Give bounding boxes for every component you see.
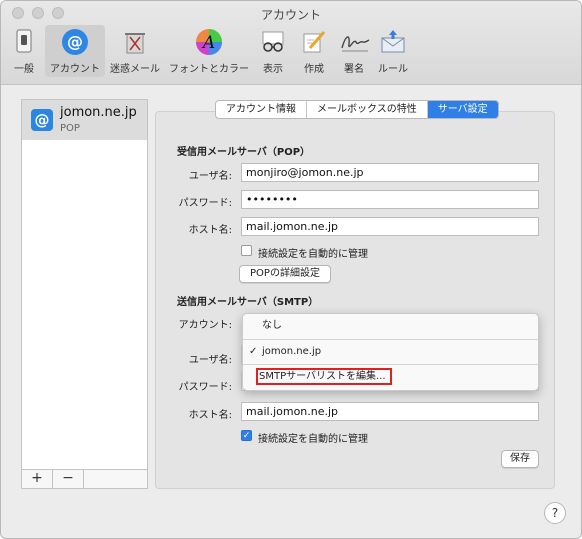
outgoing-section-title: 送信用メールサーバ（SMTP）: [177, 297, 319, 308]
window-title: アカウント: [260, 8, 321, 22]
svg-text:@: @: [67, 32, 83, 51]
account-list-item[interactable]: @ jomon.ne.jp POP: [22, 100, 147, 140]
incoming-password-label: パスワード:: [178, 198, 232, 209]
svg-text:A: A: [201, 33, 215, 53]
toolbar-item-junk[interactable]: 迷惑メール: [107, 25, 163, 77]
help-button[interactable]: ?: [544, 502, 566, 524]
account-list: @ jomon.ne.jp POP + −: [21, 99, 148, 489]
toolbar-item-compose[interactable]: 作成: [295, 25, 333, 77]
compose-pencil-icon: [300, 28, 328, 56]
account-name: jomon.ne.jp: [60, 105, 137, 120]
outgoing-username-label: ユーザ名:: [188, 355, 232, 366]
menu-separator: [243, 339, 538, 340]
tab-account-info[interactable]: アカウント情報: [216, 101, 307, 118]
incoming-password-field[interactable]: ••••••••: [241, 190, 539, 209]
preferences-window: アカウント 一般 @ アカウント 迷惑メール A フォントとカラー 表示 作成 …: [0, 0, 582, 539]
outgoing-host-field[interactable]: mail.jomon.ne.jp: [241, 402, 539, 421]
incoming-host-label: ホスト名:: [188, 225, 232, 236]
incoming-auto-manage-checkbox[interactable]: [241, 245, 252, 256]
junk-trash-icon: [121, 28, 149, 56]
switch-icon: [10, 28, 38, 56]
outgoing-auto-manage-checkbox[interactable]: ✓: [241, 430, 252, 441]
outgoing-account-label: アカウント:: [178, 320, 232, 331]
font-color-icon: A: [195, 28, 223, 56]
toolbar-item-view[interactable]: 表示: [254, 25, 292, 77]
outgoing-auto-manage-label: 接続設定を自動的に管理: [258, 434, 368, 445]
add-account-button[interactable]: +: [22, 470, 53, 488]
signature-icon: [340, 28, 370, 56]
outgoing-host-label: ホスト名:: [188, 410, 232, 421]
save-button[interactable]: 保存: [501, 450, 539, 468]
toolbar-item-rules[interactable]: ルール: [374, 25, 412, 77]
menu-item-jomon[interactable]: ✓ jomon.ne.jp: [243, 342, 538, 362]
at-icon: @: [31, 109, 53, 131]
titlebar: アカウント 一般 @ アカウント 迷惑メール A フォントとカラー 表示 作成 …: [1, 1, 581, 85]
remove-account-button[interactable]: −: [53, 470, 84, 488]
pop-details-button[interactable]: POPの詳細設定: [239, 265, 331, 283]
tab-server-settings[interactable]: サーバ設定: [427, 101, 498, 118]
incoming-host-field[interactable]: mail.jomon.ne.jp: [241, 217, 539, 236]
toolbar-item-accounts[interactable]: @ アカウント: [45, 25, 105, 77]
menu-item-none[interactable]: なし: [243, 316, 538, 336]
outgoing-password-label: パスワード:: [178, 382, 232, 393]
at-icon: @: [61, 28, 89, 56]
tab-mailbox-behaviors[interactable]: メールボックスの特性: [307, 101, 428, 118]
menu-separator: [243, 364, 538, 365]
checkmark-icon: ✓: [249, 346, 258, 357]
incoming-section-title: 受信用メールサーバ（POP）: [177, 147, 311, 158]
incoming-username-field[interactable]: monjiro@jomon.ne.jp: [241, 163, 539, 182]
rules-envelope-icon: [379, 28, 407, 56]
highlight-box: [256, 368, 392, 385]
toolbar-item-general[interactable]: 一般: [5, 25, 43, 77]
glasses-icon: [259, 28, 287, 56]
incoming-auto-manage-label: 接続設定を自動的に管理: [258, 249, 368, 260]
account-list-footer: + −: [22, 469, 147, 488]
toolbar-item-fonts-colors[interactable]: A フォントとカラー: [166, 25, 252, 77]
account-type: POP: [60, 123, 80, 134]
toolbar-item-signatures[interactable]: 署名: [335, 25, 373, 77]
incoming-username-label: ユーザ名:: [188, 171, 232, 182]
tab-bar: アカウント情報 メールボックスの特性 サーバ設定: [215, 100, 499, 119]
